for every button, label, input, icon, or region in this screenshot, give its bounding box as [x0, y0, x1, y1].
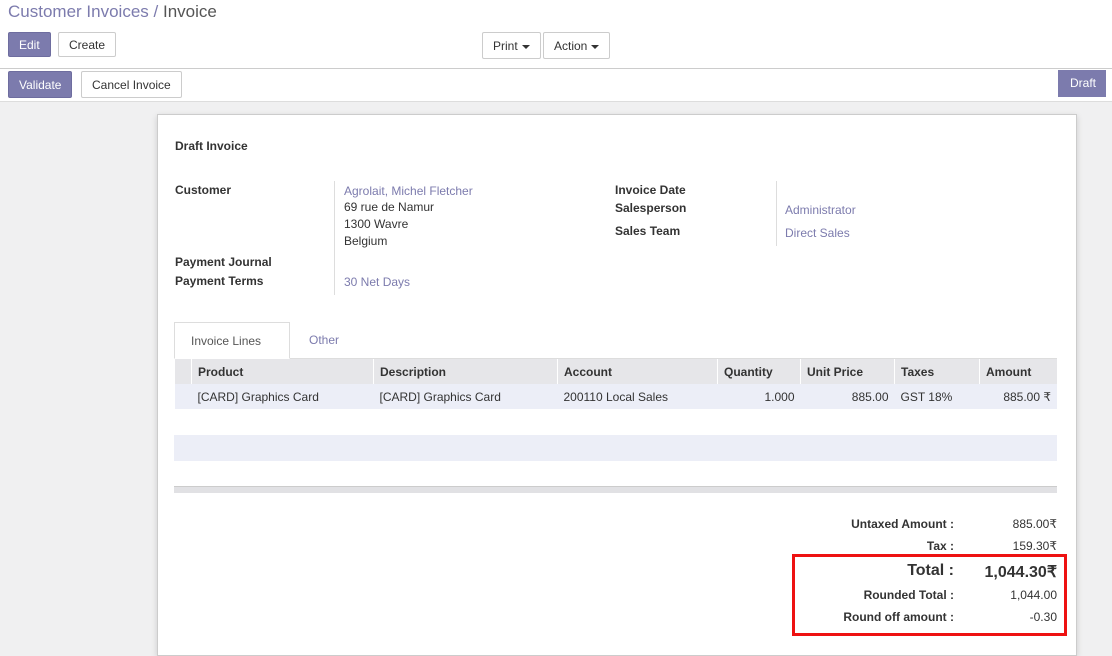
address-line-3: Belgium [344, 234, 388, 248]
caret-down-icon [591, 44, 600, 49]
print-button[interactable]: Print [482, 32, 541, 59]
col-description[interactable]: Description [373, 359, 558, 384]
create-button[interactable]: Create [58, 32, 117, 57]
tax-value: 159.30₹ [1012, 539, 1057, 553]
col-product[interactable]: Product [191, 359, 374, 384]
address-line-1: 69 rue de Namur [344, 200, 435, 214]
sales-team-link[interactable]: Direct Sales [785, 226, 850, 240]
untaxed-amount-label: Untaxed Amount : [851, 517, 954, 531]
breadcrumb-current: Invoice [162, 2, 217, 21]
status-bar: Validate Cancel Invoice Draft [0, 69, 1112, 102]
cell-unit-price: 885.00 [800, 384, 895, 409]
tax-label: Tax : [926, 539, 954, 553]
empty-row [174, 435, 1057, 461]
status-badge[interactable]: Draft [1057, 70, 1106, 97]
col-account[interactable]: Account [557, 359, 718, 384]
col-taxes[interactable]: Taxes [894, 359, 980, 384]
control-panel: Customer Invoices / Invoice Edit Create … [0, 0, 1112, 69]
cell-product: [CARD] Graphics Card [191, 384, 374, 409]
edit-button[interactable]: Edit [8, 32, 51, 57]
address-line-2: 1300 Wavre [344, 217, 409, 231]
breadcrumb-parent[interactable]: Customer Invoices [8, 2, 149, 21]
col-unit-price[interactable]: Unit Price [800, 359, 895, 384]
validate-button[interactable]: Validate [8, 71, 73, 98]
customer-label: Customer [175, 183, 232, 197]
field-divider [776, 181, 777, 246]
form-title: Draft Invoice [175, 139, 248, 153]
cell-taxes: GST 18% [894, 384, 980, 409]
breadcrumb-separator: / [153, 2, 159, 21]
invoice-date-label: Invoice Date [615, 183, 686, 197]
field-divider [334, 181, 335, 295]
untaxed-amount-value: 885.00₹ [1012, 517, 1057, 531]
cell-quantity: 1.000 [717, 384, 801, 409]
salesperson-link[interactable]: Administrator [785, 203, 856, 217]
payment-terms-label: Payment Terms [175, 274, 264, 288]
salesperson-label: Salesperson [615, 201, 687, 215]
table-row[interactable]: [CARD] Graphics Card [CARD] Graphics Car… [174, 384, 1057, 409]
table-footer [174, 486, 1057, 493]
print-label: Print [493, 39, 518, 53]
cell-description: [CARD] Graphics Card [373, 384, 558, 409]
customer-link[interactable]: Agrolait, Michel Fletcher [344, 184, 473, 198]
cell-amount: 885.00 ₹ [979, 384, 1057, 409]
action-button[interactable]: Action [543, 32, 611, 59]
cancel-invoice-button[interactable]: Cancel Invoice [81, 71, 182, 98]
action-label: Action [554, 39, 588, 53]
payment-terms-link[interactable]: 30 Net Days [344, 275, 410, 289]
invoice-lines-table: Product Description Account Quantity Uni… [174, 359, 1057, 409]
handle-header [174, 359, 192, 384]
tab-invoice-lines[interactable]: Invoice Lines [174, 322, 290, 359]
payment-journal-label: Payment Journal [175, 255, 272, 269]
col-amount[interactable]: Amount [979, 359, 1057, 384]
tab-other-info[interactable]: Other Info [309, 322, 339, 384]
cell-account: 200110 Local Sales [557, 384, 718, 409]
highlight-box [792, 554, 1067, 636]
row-handle [174, 384, 192, 409]
caret-down-icon [521, 44, 530, 49]
col-quantity[interactable]: Quantity [717, 359, 801, 384]
breadcrumb: Customer Invoices / Invoice [8, 2, 217, 22]
sales-team-label: Sales Team [615, 224, 681, 238]
